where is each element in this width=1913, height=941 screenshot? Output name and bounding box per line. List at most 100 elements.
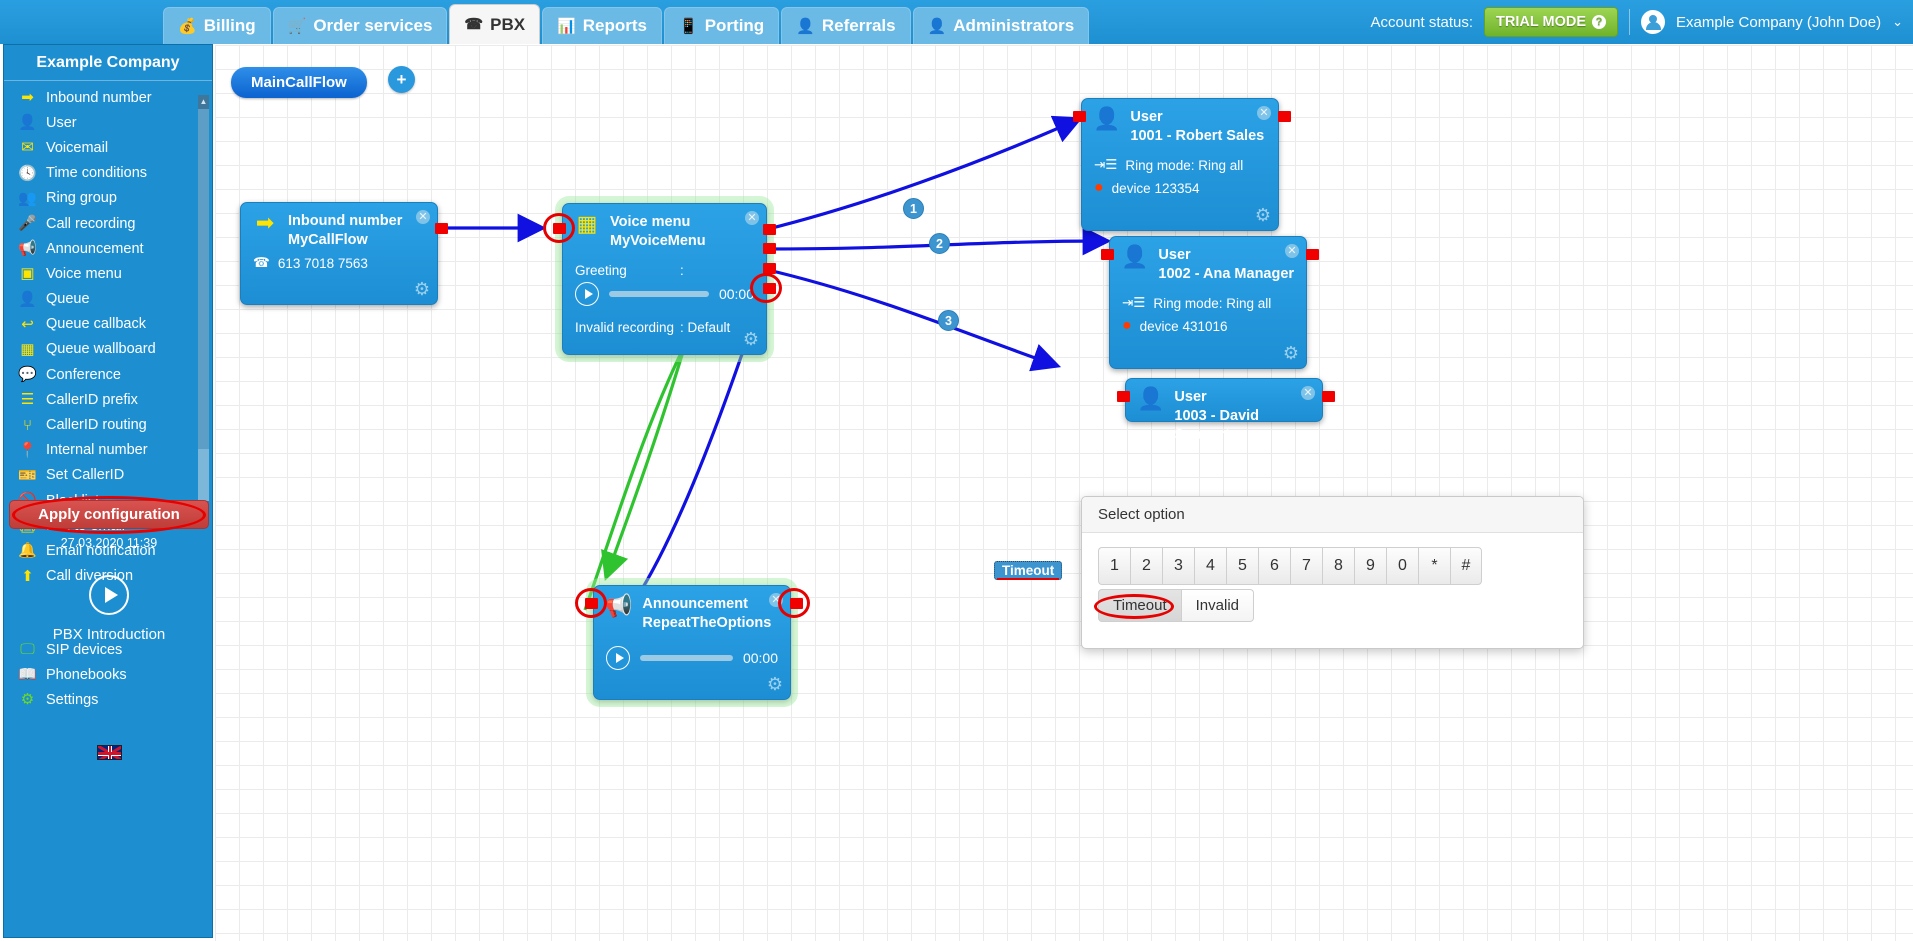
node-user-1002[interactable]: ✕ 👤 User 1002 - Ana Manager ⇥☰ Ring mode… — [1109, 236, 1307, 369]
sidebar-item-queue-callback[interactable]: ↩ Queue callback — [4, 312, 212, 337]
apply-configuration-button[interactable]: Apply configuration — [9, 500, 209, 529]
port-voicemenu-in[interactable] — [553, 223, 566, 234]
port-user1001-out[interactable] — [1278, 111, 1291, 122]
add-flow-tab-button[interactable]: + — [388, 66, 415, 93]
sidebar-item-call-recording[interactable]: 🎤 Call recording — [4, 211, 212, 236]
sidebar-item-settings[interactable]: ⚙ Settings — [4, 687, 212, 712]
en-gb-flag-icon[interactable] — [96, 745, 122, 760]
port-user1002-out[interactable] — [1306, 249, 1319, 260]
dtmf-key-4[interactable]: 4 — [1194, 547, 1226, 585]
edge-label-timeout[interactable]: Timeout — [994, 561, 1063, 580]
gear-icon[interactable]: ⚙ — [1255, 205, 1271, 226]
sidebar-item-time-conditions[interactable]: 🕓 Time conditions — [4, 161, 212, 186]
sidebar-item-conference[interactable]: 💬 Conference — [4, 362, 212, 387]
port-voicemenu-opt2[interactable] — [763, 243, 776, 254]
port-user1002-in[interactable] — [1101, 249, 1114, 260]
close-icon[interactable]: ✕ — [1257, 106, 1271, 120]
sidebar-item-callerid-prefix[interactable]: ☰ CallerID prefix — [4, 387, 212, 412]
tab-pbx[interactable]: ☎ PBX — [449, 4, 541, 44]
tab-billing[interactable]: 💰 Billing — [163, 7, 271, 44]
scroll-up-icon[interactable]: ▲ — [198, 95, 209, 109]
port-inbound-out[interactable] — [435, 223, 448, 234]
dtmf-key-2[interactable]: 2 — [1130, 547, 1162, 585]
tab-referrals[interactable]: 👤 Referrals — [781, 7, 911, 44]
dtmf-key-7[interactable]: 7 — [1290, 547, 1322, 585]
close-icon[interactable]: ✕ — [416, 210, 430, 224]
sidebar-item-ring-group[interactable]: 👥 Ring group — [4, 186, 212, 211]
sidebar-item-inbound-number[interactable]: ➡ Inbound number — [4, 85, 212, 110]
announcement-player[interactable]: 00:00 — [594, 644, 790, 674]
call-flow-canvas[interactable]: MainCallFlow + ✕ ➡ Inbound number MyCall… — [215, 45, 1913, 941]
scrollbar-thumb[interactable] — [198, 109, 209, 449]
dtmf-key-3[interactable]: 3 — [1162, 547, 1194, 585]
close-icon[interactable]: ✕ — [1301, 386, 1315, 400]
sidebar-item-queue[interactable]: 👤 Queue — [4, 287, 212, 312]
sidebar-item-queue-wallboard[interactable]: ▦ Queue wallboard — [4, 337, 212, 362]
sidebar-item-internal-number[interactable]: 📍 Internal number — [4, 438, 212, 463]
port-voicemenu-timeout[interactable] — [763, 283, 776, 294]
select-option-popup[interactable]: Select option 1 2 3 4 5 6 7 8 9 0 * # Timeout Invali… — [1081, 496, 1584, 649]
help-icon[interactable]: ? — [1592, 15, 1606, 29]
node-inbound-number[interactable]: ✕ ➡ Inbound number MyCallFlow ☎ 613 7018… — [240, 202, 438, 305]
sidebar-item-voice-menu[interactable]: ▣ Voice menu — [4, 261, 212, 286]
node-user-1003[interactable]: ✕ 👤 User 1003 - David Support — [1125, 378, 1323, 443]
play-intro-button[interactable] — [89, 575, 129, 615]
option-toggle-timeout[interactable]: Timeout — [1098, 589, 1182, 622]
node-name-label: 1002 - Ana Manager — [1158, 266, 1295, 282]
sidebar-item-set-callerid[interactable]: 🎫 Set CallerID — [4, 463, 212, 488]
dtmf-key-5[interactable]: 5 — [1226, 547, 1258, 585]
chevron-down-icon[interactable]: ⌄ — [1892, 14, 1903, 30]
sidebar-item-callerid-routing[interactable]: ⑂ CallerID routing — [4, 412, 212, 437]
dtmf-key-#[interactable]: # — [1450, 547, 1482, 585]
user-name-label[interactable]: Example Company (John Doe) — [1676, 14, 1881, 31]
tab-reports[interactable]: 📊 Reports — [542, 7, 662, 44]
progress-bar[interactable] — [640, 655, 733, 661]
flow-tab-maincallflow[interactable]: MainCallFlow — [231, 67, 367, 98]
port-announcement-out[interactable] — [790, 598, 803, 609]
sidebar-item-voicemail[interactable]: ✉ Voicemail — [4, 135, 212, 160]
tab-order-services[interactable]: 🛒 Order services — [272, 7, 448, 44]
dtmf-key-8[interactable]: 8 — [1322, 547, 1354, 585]
close-icon[interactable]: ✕ — [1285, 244, 1299, 258]
node-announcement[interactable]: ✕ 📢 Announcement RepeatTheOptions 00:00 … — [593, 585, 791, 700]
play-button[interactable] — [575, 282, 599, 306]
sidebar-item-announcement[interactable]: 📢 Announcement — [4, 236, 212, 261]
language-selector[interactable] — [4, 745, 212, 765]
edge-badge-1[interactable]: 1 — [903, 198, 924, 219]
play-button[interactable] — [606, 646, 630, 670]
dtmf-key-9[interactable]: 9 — [1354, 547, 1386, 585]
gear-icon[interactable]: ⚙ — [767, 674, 783, 695]
dtmf-key-0[interactable]: 0 — [1386, 547, 1418, 585]
sidebar-item-phonebooks[interactable]: 📖 Phonebooks — [4, 662, 212, 687]
tab-administrators[interactable]: 👤 Administrators — [912, 7, 1090, 44]
edge-badge-3[interactable]: 3 — [938, 310, 959, 331]
greeting-player[interactable]: 00:00 — [563, 280, 766, 310]
node-voice-menu[interactable]: ✕ ▦ Voice menu MyVoiceMenu Greeting : 00… — [562, 203, 767, 355]
sidebar-item-user[interactable]: 👤 User — [4, 110, 212, 135]
dtmf-key-1[interactable]: 1 — [1098, 547, 1130, 585]
port-user1001-in[interactable] — [1073, 111, 1086, 122]
node-user-1001[interactable]: ✕ 👤 User 1001 - Robert Sales ⇥☰ Ring mod… — [1081, 98, 1279, 231]
port-voicemenu-opt1[interactable] — [763, 224, 776, 235]
dtmf-key-*[interactable]: * — [1418, 547, 1450, 585]
edge-badge-2[interactable]: 2 — [929, 233, 950, 254]
sidebar-item-label: Set CallerID — [46, 467, 125, 484]
sidebar-item-sip-devices[interactable]: 🖵 SIP devices — [4, 637, 212, 662]
map-pin-icon: 📍 — [18, 441, 37, 459]
gear-icon[interactable]: ⚙ — [743, 329, 759, 350]
option-toggle-invalid[interactable]: Invalid — [1181, 589, 1254, 622]
sidebar-item-label: Call recording — [46, 215, 136, 232]
sidebar-scrollbar[interactable]: ▲ ▼ — [198, 95, 209, 515]
tab-porting[interactable]: 📱 Porting — [664, 7, 780, 44]
gear-icon[interactable]: ⚙ — [414, 279, 430, 300]
close-icon[interactable]: ✕ — [745, 211, 759, 225]
gear-icon[interactable]: ⚙ — [1283, 343, 1299, 364]
progress-bar[interactable] — [609, 291, 709, 297]
port-user1003-out[interactable] — [1322, 391, 1335, 402]
port-voicemenu-opt3[interactable] — [763, 263, 776, 274]
trial-mode-badge[interactable]: TRIAL MODE ? — [1484, 7, 1618, 37]
port-announcement-in[interactable] — [585, 598, 598, 609]
port-user1003-in[interactable] — [1117, 391, 1130, 402]
dtmf-key-6[interactable]: 6 — [1258, 547, 1290, 585]
close-icon[interactable]: ✕ — [769, 593, 783, 607]
